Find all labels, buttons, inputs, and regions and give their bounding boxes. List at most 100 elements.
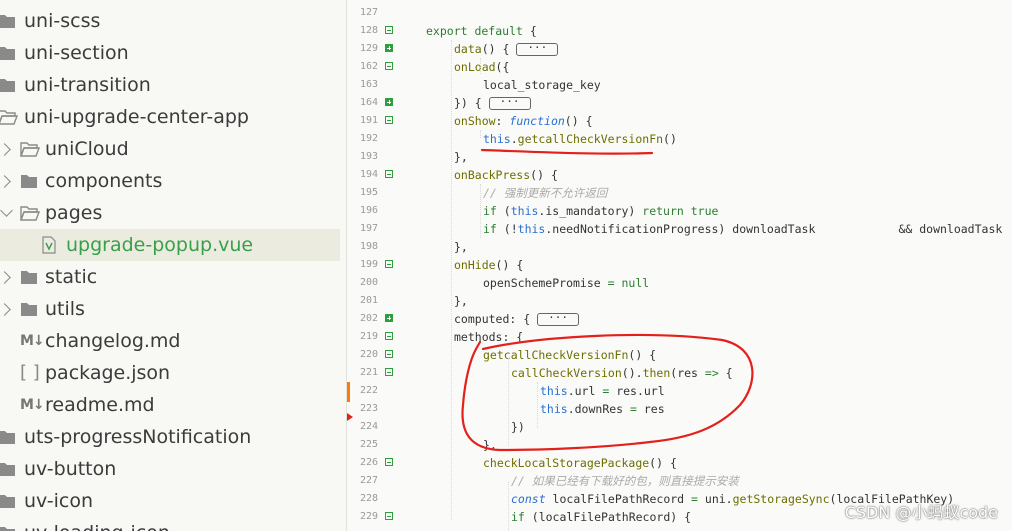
code-line[interactable]: 191 onShow: function() { — [347, 112, 1012, 130]
tree-item-uni-transition[interactable]: uni-transition — [0, 69, 340, 101]
code-token: ({ — [495, 60, 510, 74]
code-line[interactable]: 199 onHide() { — [347, 256, 1012, 274]
indent-guide — [480, 184, 481, 238]
code-editor[interactable]: 127 128 export default {129 data() { ··· 162… — [347, 0, 1012, 531]
code-line[interactable]: 129 data() { ··· — [347, 40, 1012, 58]
code-line[interactable]: 193}, — [347, 148, 1012, 166]
tree-item-label: uni-transition — [24, 74, 151, 96]
code-text: }, — [454, 148, 468, 166]
code-line[interactable]: 202 computed: { ··· — [347, 310, 1012, 328]
tree-item-pages[interactable]: pages — [0, 197, 340, 229]
code-token: // 如果已经有下载好的包，则直接提示安装 — [511, 474, 739, 488]
tree-item-changelog-md[interactable]: M↓ changelog.md — [0, 325, 340, 357]
code-token: (! — [496, 222, 518, 236]
code-text: onBackPress() { — [454, 166, 558, 184]
expand-fold-icon[interactable] — [385, 44, 393, 52]
chevron-right-icon[interactable] — [0, 143, 11, 156]
tree-item-utils[interactable]: utils — [0, 293, 340, 325]
line-number: 193 — [359, 151, 378, 162]
code-line[interactable]: 219 methods: { — [347, 328, 1012, 346]
code-line[interactable]: 164}) { ··· — [347, 94, 1012, 112]
collapse-fold-icon[interactable] — [385, 260, 393, 268]
tree-item-uv-button[interactable]: uv-button — [0, 453, 340, 485]
folder-icon — [0, 453, 16, 485]
code-line[interactable]: 221 callCheckVersion().then(res => { — [347, 364, 1012, 382]
chevron-right-icon[interactable] — [0, 303, 11, 316]
collapse-fold-icon[interactable] — [385, 170, 393, 178]
folded-code-ellipsis[interactable]: ··· — [537, 312, 579, 326]
code-line[interactable]: 127 — [347, 4, 1012, 22]
tree-item-uni-upgrade-center-app[interactable]: uni-upgrade-center-app — [0, 101, 340, 133]
tree-item-uts-progressnotification[interactable]: uts-progressNotification — [0, 421, 340, 453]
code-line[interactable]: 163 local_storage_key — [347, 76, 1012, 94]
code-line[interactable]: 200 openSchemePromise = null — [347, 274, 1012, 292]
collapse-fold-icon[interactable] — [385, 62, 393, 70]
code-line[interactable]: 195 // 强制更新不允许返回 — [347, 184, 1012, 202]
code-token: { — [718, 366, 733, 380]
expand-fold-icon[interactable] — [385, 98, 393, 106]
line-number: 192 — [359, 133, 378, 144]
code-token: () { — [495, 258, 524, 272]
collapse-fold-icon[interactable] — [385, 116, 393, 124]
collapse-fold-icon[interactable] — [385, 332, 393, 340]
collapse-fold-icon[interactable] — [385, 368, 393, 376]
code-line[interactable]: 222 this.url = res.url — [347, 382, 1012, 400]
line-number: 195 — [359, 187, 378, 198]
line-number: 128 — [359, 25, 378, 36]
collapse-fold-icon[interactable] — [385, 458, 393, 466]
tree-item-static[interactable]: static — [0, 261, 340, 293]
code-line[interactable]: 225}, — [347, 436, 1012, 454]
tree-item-components[interactable]: components — [0, 165, 340, 197]
code-line[interactable]: 194 onBackPress() { — [347, 166, 1012, 184]
line-number: 229 — [359, 511, 378, 522]
code-line[interactable]: 227 // 如果已经有下载好的包，则直接提示安装 — [347, 472, 1012, 490]
line-number: 222 — [359, 385, 378, 396]
code-text: this.downRes = res — [540, 400, 665, 418]
code-line[interactable]: 192 this.getcallCheckVersionFn() — [347, 130, 1012, 148]
expand-fold-icon[interactable] — [385, 314, 393, 322]
tree-item-unicloud[interactable]: uniCloud — [0, 133, 340, 165]
tree-item-readme-md[interactable]: M↓ readme.md — [0, 389, 340, 421]
line-number: 201 — [359, 295, 378, 306]
tree-item-uni-section[interactable]: uni-section — [0, 37, 340, 69]
code-line[interactable]: 220 getcallCheckVersionFn() { — [347, 346, 1012, 364]
code-line[interactable]: 197 if (!this.needNotificationProgress) d… — [347, 220, 1012, 238]
folded-code-ellipsis[interactable]: ··· — [488, 96, 531, 110]
tree-item-uni-scss[interactable]: uni-scss — [0, 5, 340, 37]
code-line[interactable]: 223 this.downRes = res — [347, 400, 1012, 418]
code-line[interactable]: 201}, — [347, 292, 1012, 310]
code-token: null — [621, 276, 650, 290]
collapse-fold-icon[interactable] — [385, 26, 393, 34]
tree-item-upgrade-popup-vue[interactable]: upgrade-popup.vue — [0, 229, 340, 261]
code-token: res.url — [609, 384, 665, 398]
line-number: 191 — [359, 115, 378, 126]
folded-code-ellipsis[interactable]: ··· — [516, 42, 559, 56]
code-token: }) { — [454, 96, 489, 110]
code-text: methods: { — [454, 328, 523, 346]
indent-guide — [480, 130, 481, 138]
code-line[interactable]: 128 export default { — [347, 22, 1012, 40]
tree-item-uv-loading-icon[interactable]: uv-loading-icon — [0, 517, 340, 531]
markdown-file-icon: M↓ — [20, 333, 45, 349]
tree-item-uv-icon[interactable]: uv-icon — [0, 485, 340, 517]
code-line[interactable]: 224}) — [347, 418, 1012, 436]
folder-icon — [0, 5, 16, 37]
chevron-down-icon[interactable] — [0, 204, 13, 217]
vue-file-icon — [42, 229, 56, 261]
code-line[interactable]: 162 onLoad({ — [347, 58, 1012, 76]
code-line[interactable]: 196 if (this.is_mandatory) return true — [347, 202, 1012, 220]
chevron-right-icon[interactable] — [0, 175, 11, 188]
chevron-right-icon[interactable] — [0, 271, 11, 284]
code-token: onBackPress — [454, 168, 531, 182]
tree-item-label: uniCloud — [45, 138, 129, 160]
folder-icon — [20, 261, 38, 293]
tree-item-package-json[interactable]: [ ] package.json — [0, 357, 340, 389]
collapse-fold-icon[interactable] — [385, 350, 393, 358]
collapse-fold-icon[interactable] — [385, 512, 393, 520]
code-line[interactable]: 226 checkLocalStoragePackage() { — [347, 454, 1012, 472]
line-number: 226 — [359, 457, 378, 468]
tree-item-label: changelog.md — [45, 330, 181, 352]
code-text: openSchemePromise = null — [483, 274, 649, 292]
code-line[interactable]: 198}, — [347, 238, 1012, 256]
code-token: }, — [483, 438, 497, 452]
